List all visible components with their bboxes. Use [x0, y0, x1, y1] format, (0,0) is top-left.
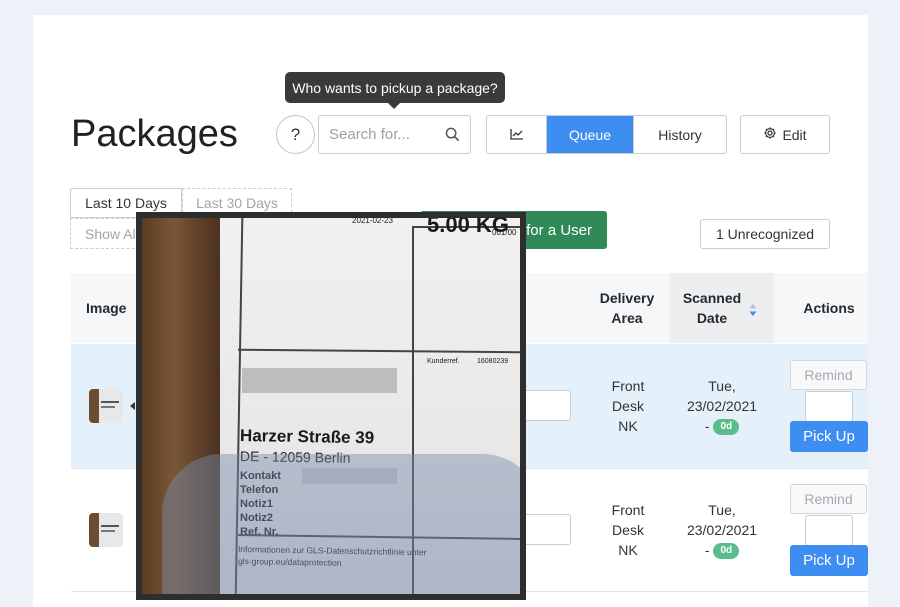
pick-up-button[interactable]: Pick Up	[790, 421, 868, 452]
package-thumbnail[interactable]	[89, 513, 123, 547]
header-scanned-line1: Scanned	[682, 290, 742, 306]
edit-button[interactable]: Edit	[740, 115, 830, 154]
date-dash: -	[704, 418, 710, 434]
area-line2: Desk	[612, 398, 644, 414]
package-image-preview[interactable]: 2021-02-23 5.00 KG 001/00 Kunderref. 160…	[136, 212, 526, 600]
remind-button[interactable]: Remind	[790, 484, 867, 514]
label-photo: 2021-02-23 5.00 KG 001/00 Kunderref. 160…	[142, 218, 520, 594]
pick-up-label: Pick Up	[803, 552, 855, 569]
age-badge: 0d	[713, 419, 740, 436]
filter-last-30-label: Last 30 Days	[196, 195, 278, 211]
remind-label: Remind	[804, 367, 853, 383]
view-switcher: Queue History	[486, 115, 727, 154]
tab-queue-label: Queue	[568, 126, 612, 143]
tab-history[interactable]: History	[634, 116, 726, 153]
header-image: Image	[86, 300, 127, 316]
hand-shadow	[162, 454, 520, 594]
quantity-input[interactable]	[805, 391, 853, 422]
scan-for-user-label: for a User	[526, 221, 592, 239]
sort-icon[interactable]	[749, 303, 757, 322]
line-chart-icon	[509, 127, 524, 143]
age-badge: 0d	[713, 543, 740, 560]
area-line1: Front	[611, 378, 645, 394]
filter-show-all-label: Show Al	[85, 225, 136, 242]
help-label: ?	[290, 124, 301, 144]
delivery-area: Front Desk NK	[598, 500, 658, 560]
preview-pointer-icon	[130, 402, 135, 410]
label-street: Harzer Straße 39	[239, 426, 375, 448]
area-line1: Front	[611, 502, 645, 518]
date-weekday: Tue,	[708, 378, 736, 394]
page-title: Packages	[71, 113, 238, 155]
search-box[interactable]	[318, 115, 471, 154]
header-delivery-line1: Delivery	[599, 290, 655, 306]
filter-last-10-label: Last 10 Days	[85, 195, 167, 211]
package-thumbnail[interactable]	[89, 389, 123, 423]
date-value: 23/02/2021	[686, 522, 758, 538]
row-input[interactable]	[521, 514, 571, 545]
label-kundenref: Kunderref.	[427, 358, 460, 365]
remind-label: Remind	[804, 491, 853, 507]
header-delivery-area[interactable]: Delivery Area	[588, 288, 666, 328]
header-actions: Actions	[803, 300, 855, 316]
date-weekday: Tue,	[708, 502, 736, 518]
pick-up-label: Pick Up	[803, 428, 855, 445]
scanned-date: Tue, 23/02/2021 - 0d	[676, 500, 768, 560]
area-line3: NK	[618, 542, 638, 558]
help-button[interactable]: ?	[276, 115, 315, 154]
tab-history-label: History	[658, 126, 702, 143]
row-input[interactable]	[521, 390, 571, 421]
search-icon[interactable]	[445, 127, 460, 147]
remind-button[interactable]: Remind	[790, 360, 867, 390]
delivery-area: Front Desk NK	[598, 376, 658, 436]
header-scanned-line2: Date	[696, 310, 728, 326]
pick-up-button[interactable]: Pick Up	[790, 545, 868, 576]
search-input[interactable]	[329, 126, 439, 143]
scanned-date: Tue, 23/02/2021 - 0d	[676, 376, 768, 436]
unrecognized-label: 1 Unrecognized	[715, 226, 815, 242]
tab-chart[interactable]	[487, 116, 547, 153]
area-line3: NK	[618, 418, 638, 434]
gear-icon	[763, 126, 777, 143]
edit-label: Edit	[782, 126, 807, 143]
header-scanned-date[interactable]: Scanned Date	[674, 288, 750, 328]
date-dash: -	[704, 542, 710, 558]
quantity-input[interactable]	[805, 515, 853, 546]
area-line2: Desk	[612, 522, 644, 538]
header-delivery-line2: Area	[611, 310, 643, 326]
label-date-fragment: 2021-02-23	[352, 218, 393, 225]
tab-queue[interactable]: Queue	[547, 116, 634, 153]
label-kundenref-number: 16080239	[477, 358, 509, 365]
unrecognized-button[interactable]: 1 Unrecognized	[700, 219, 830, 249]
redacted-name	[242, 368, 397, 393]
date-value: 23/02/2021	[686, 398, 758, 414]
tooltip-text: Who wants to pickup a package?	[292, 79, 498, 96]
label-code-fragment: 001/00	[492, 228, 517, 237]
help-tooltip: Who wants to pickup a package?	[285, 72, 505, 109]
